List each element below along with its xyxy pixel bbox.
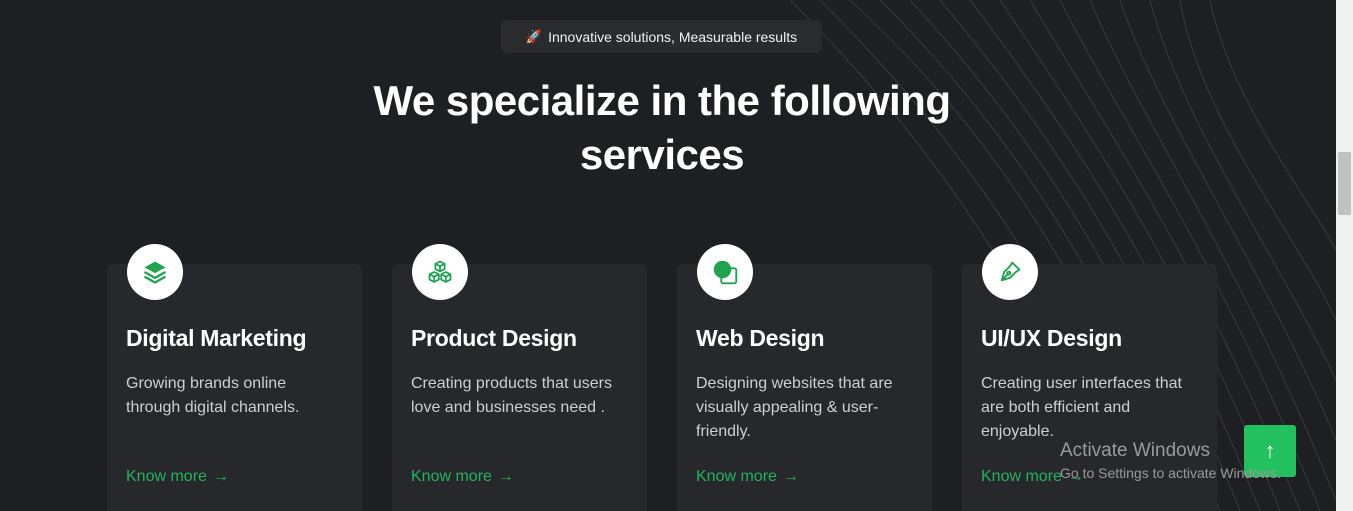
- heading-line-1: We specialize in the following: [373, 77, 951, 124]
- know-more-label: Know more: [981, 468, 1062, 485]
- layers-icon: [127, 244, 183, 300]
- activate-windows-subtitle: Go to Settings to activate Windows.: [1060, 465, 1281, 481]
- tagline-badge: 🚀 Innovative solutions, Measurable resul…: [501, 20, 822, 53]
- arrow-right-icon: →: [212, 468, 229, 485]
- pen-nib-icon: [982, 244, 1038, 300]
- card-title: UI/UX Design: [981, 325, 1122, 351]
- card-description: Designing websites that are visually app…: [696, 375, 893, 440]
- activate-windows-title: Activate Windows: [1060, 440, 1210, 461]
- card-description: Growing brands online through digital ch…: [126, 375, 300, 416]
- vertical-scrollbar[interactable]: [1336, 0, 1353, 511]
- card-description: Creating products that users love and bu…: [411, 375, 612, 416]
- know-more-link[interactable]: Know more →: [126, 468, 229, 486]
- card-title: Product Design: [411, 325, 577, 351]
- rocket-icon: 🚀: [525, 28, 543, 44]
- tagline-text: Innovative solutions, Measurable results: [548, 28, 798, 45]
- services-section: 🚀 Innovative solutions, Measurable resul…: [0, 0, 1336, 511]
- section-heading: We specialize in the following services: [300, 74, 1024, 182]
- know-more-label: Know more: [126, 468, 207, 485]
- scrollbar-thumb[interactable]: [1338, 152, 1351, 215]
- know-more-label: Know more: [411, 468, 492, 485]
- card-title: Web Design: [696, 325, 825, 351]
- know-more-link[interactable]: Know more →: [696, 468, 799, 486]
- know-more-link[interactable]: Know more →: [411, 468, 514, 486]
- arrow-up-icon: ↑: [1264, 438, 1276, 463]
- arrow-right-icon: →: [782, 468, 799, 485]
- heading-line-2: services: [579, 131, 745, 178]
- card-title: Digital Marketing: [126, 325, 307, 351]
- cubes-icon: [412, 244, 468, 300]
- shapes-icon: [697, 244, 753, 300]
- know-more-label: Know more: [696, 468, 777, 485]
- card-description: Creating user interfaces that are both e…: [981, 375, 1182, 440]
- arrow-right-icon: →: [497, 468, 514, 485]
